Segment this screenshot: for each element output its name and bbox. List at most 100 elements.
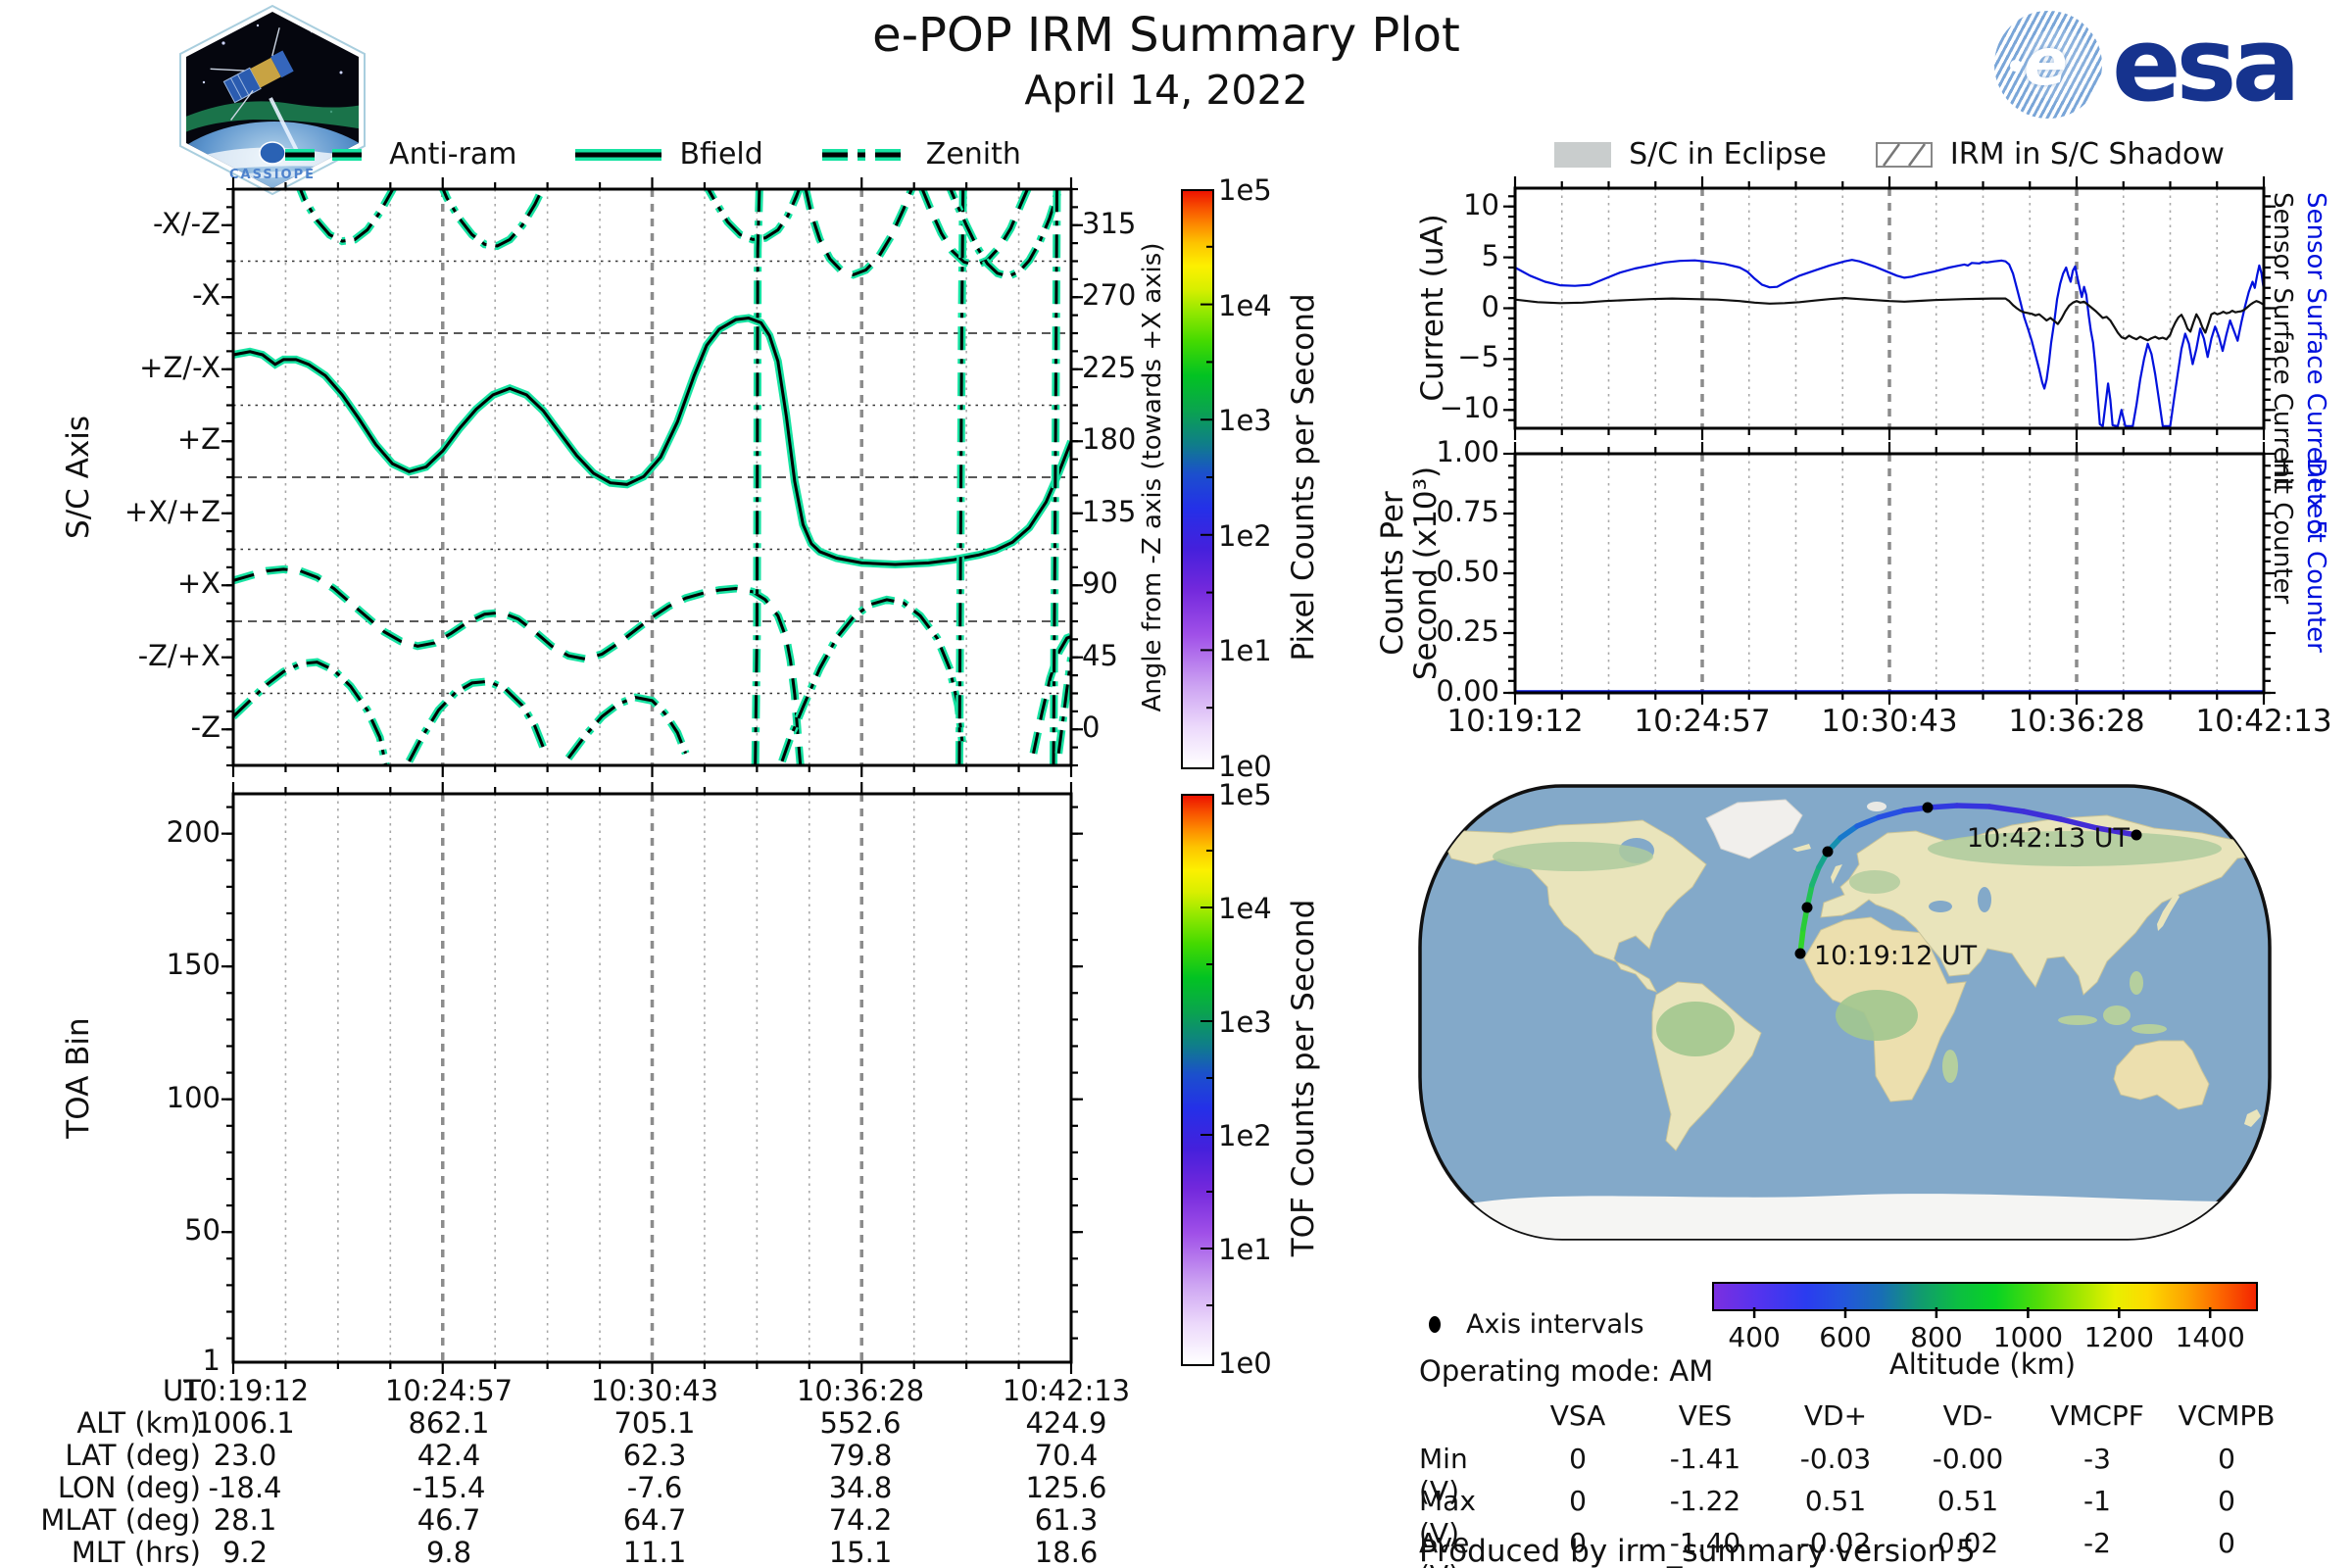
angle-cats-item: +X/+Z <box>123 494 220 528</box>
altitude-colorbar-ticks <box>1752 1307 2212 1318</box>
ephemeris-cell: -18.4 <box>208 1471 282 1504</box>
ephemeris-cell: 1006.1 <box>195 1406 295 1440</box>
eclipse-legend: S/C in Eclipse IRM in S/C Shadow <box>1515 137 2264 172</box>
map-philippines <box>2130 971 2143 995</box>
toa-bin-plot[interactable] <box>218 778 1087 1378</box>
toa-yticks-item: 1 <box>202 1344 220 1377</box>
voltage-cell: -1.41 <box>1669 1443 1741 1475</box>
ephemeris-cell: 34.8 <box>828 1471 893 1504</box>
ephemeris-cell: 552.6 <box>819 1406 902 1440</box>
ephemeris-cell: 705.1 <box>613 1406 696 1440</box>
sc-axis-plot[interactable] <box>218 173 1087 781</box>
axis-interval-dot-icon <box>1429 1316 1441 1333</box>
counts-yticks-item: 0.25 <box>1436 614 1499 648</box>
voltage-cell: 0 <box>2218 1443 2235 1475</box>
pixel-cb-labels-item: 1e5 <box>1218 173 1272 207</box>
page-date: April 14, 2022 <box>1024 67 1308 114</box>
axis-intervals-label: Axis intervals <box>1466 1309 1644 1340</box>
time-labels-item: 10:42:13 <box>2195 704 2332 739</box>
ephemeris-cell: 28.1 <box>213 1503 277 1537</box>
voltage-header: VSA <box>1549 1399 1606 1432</box>
toa-yticks-item: 150 <box>166 948 220 982</box>
voltage-header: VMCPF <box>2050 1399 2144 1432</box>
shadow-hatch-icon <box>1875 141 1933 168</box>
ephemeris-cell: 42.4 <box>416 1439 481 1472</box>
map-boreal-canada <box>1493 842 1653 871</box>
angle-cats-item: -X <box>192 278 220 313</box>
angle-cats-item: -Z/+X <box>137 638 220 672</box>
map-sumatra <box>2058 1015 2097 1025</box>
map-caspian-sea <box>1978 887 1991 912</box>
ephemeris-cell: 79.8 <box>828 1439 893 1472</box>
axis-intervals-legend: Axis intervals <box>1429 1309 1644 1340</box>
angle-rticks-item: 180 <box>1082 422 1137 457</box>
counts-yticks-item: 0.00 <box>1436 674 1499 708</box>
ephemeris-cell: 10:30:43 <box>590 1374 719 1407</box>
ephemeris-cell: 10:19:12 <box>180 1374 310 1407</box>
ground-track-map[interactable]: 10:19:12 UT 10:42:13 UT <box>1416 782 2274 1243</box>
tof-cb-labels-item: 1e5 <box>1218 778 1272 811</box>
angle-cats-item: +X <box>176 566 220 601</box>
ephemeris-cell: 125.6 <box>1025 1471 1107 1504</box>
tof-colorbar-ticks <box>1200 850 1212 1306</box>
ephemeris-cell: 64.7 <box>622 1503 687 1537</box>
voltage-cell: -2 <box>2083 1527 2111 1559</box>
voltage-cell: 0 <box>2218 1527 2235 1559</box>
current-yticks-item: −10 <box>1439 391 1499 425</box>
esa-globe-icon: e <box>1994 11 2102 119</box>
pixel-cb-labels-item: 1e1 <box>1218 634 1272 668</box>
map-congo <box>1836 990 1918 1041</box>
angle-rticks-item: 0 <box>1082 710 1101 745</box>
map-amazon <box>1656 1002 1735 1056</box>
produced-by-footer: Produced by irm_summary version 5 <box>1419 1534 1976 1568</box>
esa-logo: e esa <box>1994 10 2343 120</box>
legend-item-shadow: IRM in S/C Shadow <box>1875 137 2225 172</box>
legend-label-eclipse: S/C in Eclipse <box>1629 137 1827 172</box>
ephemeris-cell: -7.6 <box>626 1471 683 1504</box>
voltage-cell: -1.22 <box>1669 1485 1741 1517</box>
altitude-colorbar-title: Altitude (km) <box>1888 1348 2077 1381</box>
voltage-cell: 0.51 <box>1804 1485 1867 1517</box>
legend-label-anti-ram: Anti-ram <box>389 137 517 172</box>
ephemeris-cell: 9.2 <box>221 1536 269 1568</box>
esa-globe-e: e <box>2024 24 2068 100</box>
angle-rticks-item: 225 <box>1082 350 1137 384</box>
voltage-cell: -3 <box>2083 1443 2111 1475</box>
eclipse-swatch-icon <box>1554 141 1612 168</box>
angle-cats-item: -X/-Z <box>153 206 220 240</box>
legend-item-eclipse: S/C in Eclipse <box>1554 137 1827 172</box>
pixel-cb-labels-item: 1e4 <box>1218 288 1272 322</box>
counts-right-label-blue: Detect Counter <box>2301 458 2330 653</box>
map-europe-green <box>1849 870 1900 894</box>
voltage-cell: -1 <box>2083 1485 2111 1517</box>
counts-plot[interactable] <box>1499 438 2279 709</box>
map-black-sea <box>1929 901 1952 912</box>
ephemeris-cell: 18.6 <box>1034 1536 1099 1568</box>
pixel-cb-labels-item: 1e3 <box>1218 404 1272 438</box>
tof-cb-labels-item: 1e1 <box>1218 1233 1272 1266</box>
voltage-header: VD- <box>1942 1399 1993 1432</box>
alt-cb-labels-item: 1400 <box>2175 1321 2245 1353</box>
ephemeris-cell: 23.0 <box>213 1439 277 1472</box>
current-plot[interactable] <box>1499 172 2279 444</box>
page-title: e-POP IRM Summary Plot <box>872 8 1460 63</box>
angle-cats-item: -Z <box>190 710 220 745</box>
track-start-label: 10:19:12 UT <box>1814 941 1978 971</box>
zenith-line-icon <box>821 148 908 161</box>
esa-wordmark: esa <box>2112 5 2301 124</box>
voltage-cell: -0.03 <box>1799 1443 1872 1475</box>
counts-yticks-item: 1.00 <box>1436 435 1499 468</box>
angle-cats-item: +Z/-X <box>139 350 220 384</box>
ephemeris-cell: 424.9 <box>1025 1406 1107 1440</box>
angle-right-axis-label: Angle from -Z axis (towards +X axis) <box>1138 242 1167 712</box>
current-yticks-item: 5 <box>1481 238 1499 272</box>
voltage-cell: 0 <box>1569 1485 1587 1517</box>
voltage-header: VCMPB <box>2178 1399 2276 1432</box>
counts-yticks-item: 0.50 <box>1436 555 1499 588</box>
tof-colorbar-title: TOF Counts per Second <box>1286 899 1321 1257</box>
voltage-cell: 0 <box>1569 1443 1587 1475</box>
legend-item-bfield: Bfield <box>573 137 763 172</box>
ephemeris-cell: 70.4 <box>1034 1439 1099 1472</box>
legend-label-zenith: Zenith <box>925 137 1021 172</box>
legend-item-anti-ram: Anti-ram <box>283 137 516 172</box>
